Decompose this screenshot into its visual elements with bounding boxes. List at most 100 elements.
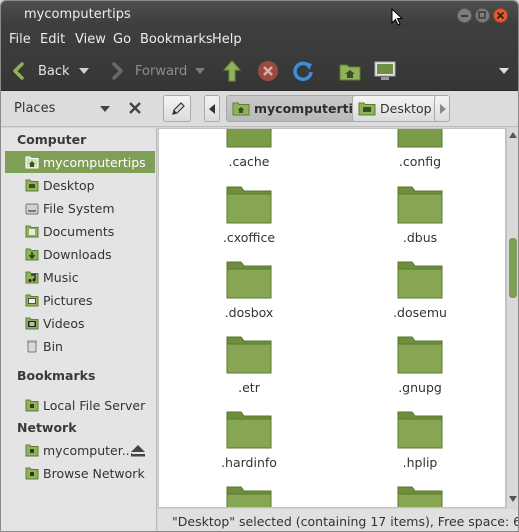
computer-button[interactable]	[373, 51, 397, 91]
close-sidebar-icon[interactable]	[129, 102, 141, 114]
sidebar-mode-label[interactable]: Places	[14, 101, 55, 116]
drive-icon	[25, 201, 39, 215]
sidebar-item-label: Videos	[43, 315, 85, 331]
triangle-left-icon	[209, 104, 215, 114]
folder-icon	[397, 411, 443, 449]
eject-icon[interactable]	[130, 444, 146, 458]
folder-icon	[226, 186, 272, 224]
folder-item[interactable]	[209, 485, 289, 507]
sidebar-item-home[interactable]: mycomputertips	[5, 151, 155, 173]
stop-button[interactable]	[257, 51, 279, 91]
menu-view[interactable]: View	[75, 32, 106, 47]
minimize-button[interactable]	[457, 8, 472, 23]
sidebar-item-desktop[interactable]: Desktop	[5, 174, 155, 196]
folder-icon	[226, 129, 272, 148]
file-icon-view[interactable]: .cache .config .cxoffice .dbus .dosbox .…	[158, 128, 506, 508]
toolbar-overflow-button[interactable]	[498, 51, 510, 91]
chevron-down-icon	[195, 68, 205, 74]
pictures-folder-icon	[25, 293, 39, 307]
chevron-down-icon[interactable]	[99, 105, 111, 113]
breadcrumb-scroll-right[interactable]	[434, 95, 450, 122]
toolbar: Back Forward	[1, 51, 518, 91]
sidebar-item-label: Local File Server	[43, 397, 146, 413]
sidebar-item-file-system[interactable]: File System	[5, 197, 155, 219]
folder-item[interactable]: .cxoffice	[209, 185, 289, 245]
folder-icon	[397, 486, 443, 507]
sidebar-item-bin[interactable]: Bin	[5, 335, 155, 357]
folder-label: .hplip	[402, 455, 438, 470]
pencil-icon	[172, 102, 185, 115]
triangle-down-icon[interactable]	[509, 496, 517, 502]
sidebar-item-documents[interactable]: Documents	[5, 220, 155, 242]
title-bar[interactable]: mycomputertips	[1, 1, 518, 29]
sidebar-item-label: Downloads	[43, 246, 112, 262]
folder-icon	[397, 186, 443, 224]
sidebar-heading-bookmarks: Bookmarks	[17, 368, 96, 383]
sidebar-item-label: File System	[43, 200, 115, 216]
sidebar-item-label: Desktop	[43, 177, 95, 193]
music-folder-icon	[25, 270, 39, 284]
chevron-down-icon	[79, 68, 89, 74]
folder-item[interactable]: .dosemu	[380, 260, 460, 320]
arrow-up-icon	[222, 60, 242, 82]
folder-item[interactable]: .config	[380, 129, 460, 169]
folder-label: .config	[398, 154, 442, 169]
videos-folder-icon	[25, 316, 39, 330]
folder-item[interactable]	[380, 485, 460, 507]
menu-bookmarks[interactable]: Bookmarks	[140, 32, 213, 47]
folder-item[interactable]: .dosbox	[209, 260, 289, 320]
triangle-up-icon[interactable]	[509, 132, 517, 138]
menu-go[interactable]: Go	[113, 32, 131, 47]
downloads-folder-icon	[25, 247, 39, 261]
network-folder-icon	[25, 398, 39, 412]
menu-edit[interactable]: Edit	[40, 32, 65, 47]
back-history-dropdown[interactable]	[78, 51, 90, 91]
home-folder-icon	[25, 155, 39, 169]
mouse-cursor-icon	[391, 8, 403, 26]
computer-icon	[374, 61, 396, 80]
folder-item[interactable]: .dbus	[380, 185, 460, 245]
scrollbar-thumb[interactable]	[509, 238, 517, 298]
back-button[interactable]: Back	[11, 51, 70, 91]
folder-label: .cxoffice	[222, 230, 276, 245]
close-button[interactable]	[493, 8, 508, 23]
folder-item[interactable]: .cache	[209, 129, 289, 169]
reload-icon	[293, 61, 313, 82]
folder-icon	[226, 336, 272, 374]
menu-help[interactable]: Help	[212, 32, 242, 47]
sidebar-item-videos[interactable]: Videos	[5, 312, 155, 334]
folder-label: .cache	[228, 154, 270, 169]
home-button[interactable]	[338, 51, 362, 91]
desktop-folder-icon	[358, 102, 376, 116]
menu-file[interactable]: File	[9, 32, 31, 47]
trash-icon	[25, 339, 39, 353]
breadcrumb-scroll-left[interactable]	[204, 95, 220, 122]
up-button[interactable]	[221, 51, 243, 91]
folder-item[interactable]: .gnupg	[380, 335, 460, 395]
breadcrumb-desktop[interactable]: Desktop	[352, 95, 438, 122]
folder-label: .hardinfo	[221, 455, 277, 470]
places-sidebar: Computer mycomputertips Desktop File Sys…	[1, 128, 157, 531]
folder-item[interactable]: .etr	[209, 335, 289, 395]
folder-label: .dosemu	[393, 305, 447, 320]
forward-button[interactable]: Forward	[111, 51, 187, 91]
toggle-location-entry-button[interactable]	[163, 95, 191, 122]
sidebar-item-local-file-server[interactable]: Local File Server	[5, 394, 155, 416]
arrow-right-icon	[112, 62, 123, 80]
vertical-scrollbar[interactable]	[506, 128, 518, 508]
sidebar-item-downloads[interactable]: Downloads	[5, 243, 155, 265]
sidebar-item-music[interactable]: Music	[5, 266, 155, 288]
folder-item[interactable]: .hplip	[380, 410, 460, 470]
reload-button[interactable]	[292, 51, 314, 91]
sidebar-heading-network: Network	[17, 420, 77, 435]
location-bar: Places mycomputertips Desktop	[1, 91, 518, 127]
folder-item[interactable]: .hardinfo	[209, 410, 289, 470]
sidebar-item-browse-network[interactable]: Browse Network	[5, 462, 155, 484]
forward-history-dropdown[interactable]	[194, 51, 206, 91]
breadcrumb-desktop-label: Desktop	[380, 101, 432, 116]
sidebar-item-label: Music	[43, 269, 79, 285]
folder-icon	[397, 336, 443, 374]
sidebar-item-pictures[interactable]: Pictures	[5, 289, 155, 311]
sidebar-item-label: Browse Network	[43, 465, 145, 481]
maximize-button[interactable]	[475, 8, 490, 23]
